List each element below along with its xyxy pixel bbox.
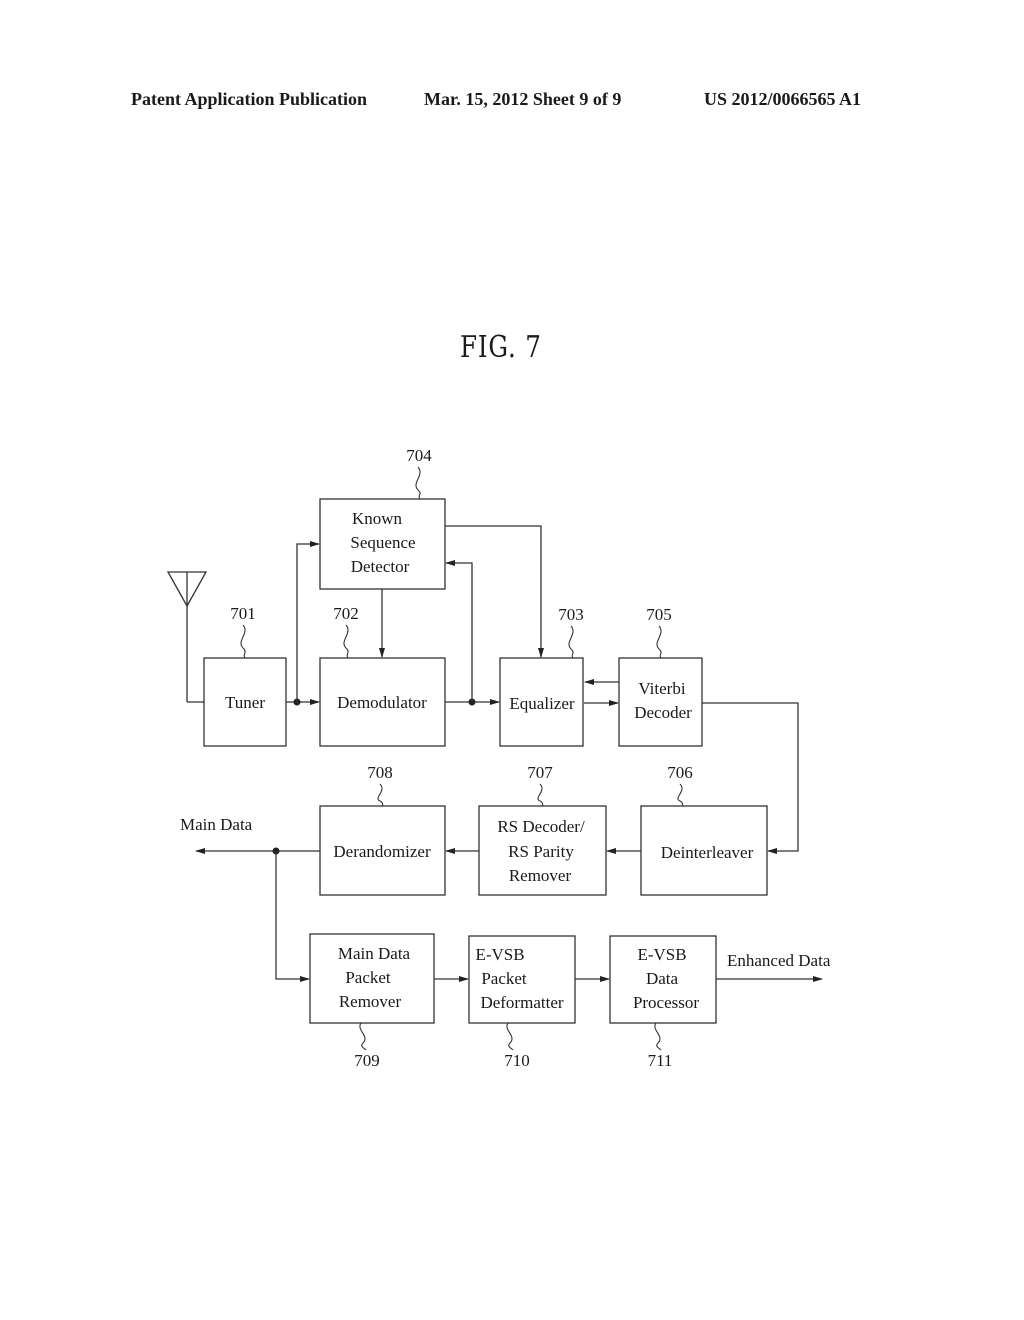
block-main-data-packet-remover: Main Data Packet Remover <box>309 933 435 1024</box>
block-label: Packet <box>345 968 391 987</box>
ref-number: 710 <box>504 1051 530 1070</box>
block-demodulator: Demodulator <box>319 657 446 747</box>
connection-tuner-to-demodulator <box>286 698 320 706</box>
ref-number: 704 <box>406 446 432 465</box>
block-label: Deinterleaver <box>661 843 754 862</box>
block-label: Processor <box>633 993 699 1012</box>
ref-702: 702 <box>333 604 359 659</box>
block-label: RS Decoder/ <box>497 817 585 836</box>
ref-703: 703 <box>558 605 584 659</box>
block-deinterleaver: Deinterleaver <box>640 805 768 896</box>
ref-number: 711 <box>648 1051 673 1070</box>
connection-detector-to-equalizer <box>445 525 544 658</box>
block-equalizer: Equalizer <box>499 657 584 747</box>
block-label: Derandomizer <box>333 842 431 861</box>
block-tuner: Tuner <box>203 657 287 747</box>
antenna-icon <box>166 571 208 703</box>
ref-number: 701 <box>230 604 256 623</box>
ref-number: 707 <box>527 763 553 782</box>
output-label-enhanced-data: Enhanced Data <box>727 951 831 970</box>
ref-707: 707 <box>527 763 553 807</box>
block-label: Packet <box>481 969 527 988</box>
ref-number: 706 <box>667 763 693 782</box>
block-label: Remover <box>509 866 572 885</box>
block-label: Sequence <box>350 533 415 552</box>
block-derandomizer: Derandomizer <box>319 805 446 896</box>
ref-709: 709 <box>354 1022 380 1070</box>
block-label: Decoder <box>634 703 692 722</box>
block-label: Equalizer <box>509 694 574 713</box>
block-label: Detector <box>351 557 410 576</box>
block-evsb-data-processor: E-VSB Data Processor <box>609 935 717 1024</box>
ref-704: 704 <box>406 446 432 500</box>
ref-701: 701 <box>230 604 256 659</box>
block-label: Demodulator <box>337 693 427 712</box>
block-known-sequence-detector: Known Sequence Detector <box>319 498 446 590</box>
ref-number: 703 <box>558 605 584 624</box>
block-label: E-VSB <box>475 945 524 964</box>
block-label: Data <box>646 969 679 988</box>
ref-705: 705 <box>646 605 672 659</box>
block-diagram: Tuner Demodulator Equalizer Known Sequen… <box>166 446 831 1070</box>
ref-number: 705 <box>646 605 672 624</box>
ref-710: 710 <box>504 1022 530 1070</box>
block-viterbi-decoder: Viterbi Decoder <box>618 657 703 747</box>
block-label: Main Data <box>338 944 411 963</box>
ref-number: 709 <box>354 1051 380 1070</box>
block-label: Remover <box>339 992 402 1011</box>
block-evsb-packet-deformatter: E-VSB Packet Deformatter <box>468 935 576 1024</box>
connection-derandomizer-to-main-data <box>195 847 320 855</box>
ref-711: 711 <box>648 1022 673 1070</box>
block-label: Known <box>352 509 403 528</box>
block-rs-decoder: RS Decoder/ RS Parity Remover <box>478 805 607 896</box>
ref-706: 706 <box>667 763 693 807</box>
connection-derandomizer-to-packet-remover <box>275 851 310 982</box>
ref-708: 708 <box>367 763 393 807</box>
block-label: E-VSB <box>637 945 686 964</box>
block-label: RS Parity <box>508 842 574 861</box>
ref-number: 708 <box>367 763 393 782</box>
output-label-main-data: Main Data <box>180 815 253 834</box>
ref-number: 702 <box>333 604 359 623</box>
connection-demodulator-to-detector <box>445 560 473 702</box>
block-label: Deformatter <box>480 993 563 1012</box>
connection-tuner-to-detector <box>296 541 320 702</box>
block-label: Viterbi <box>638 679 685 698</box>
block-label: Tuner <box>225 693 265 712</box>
